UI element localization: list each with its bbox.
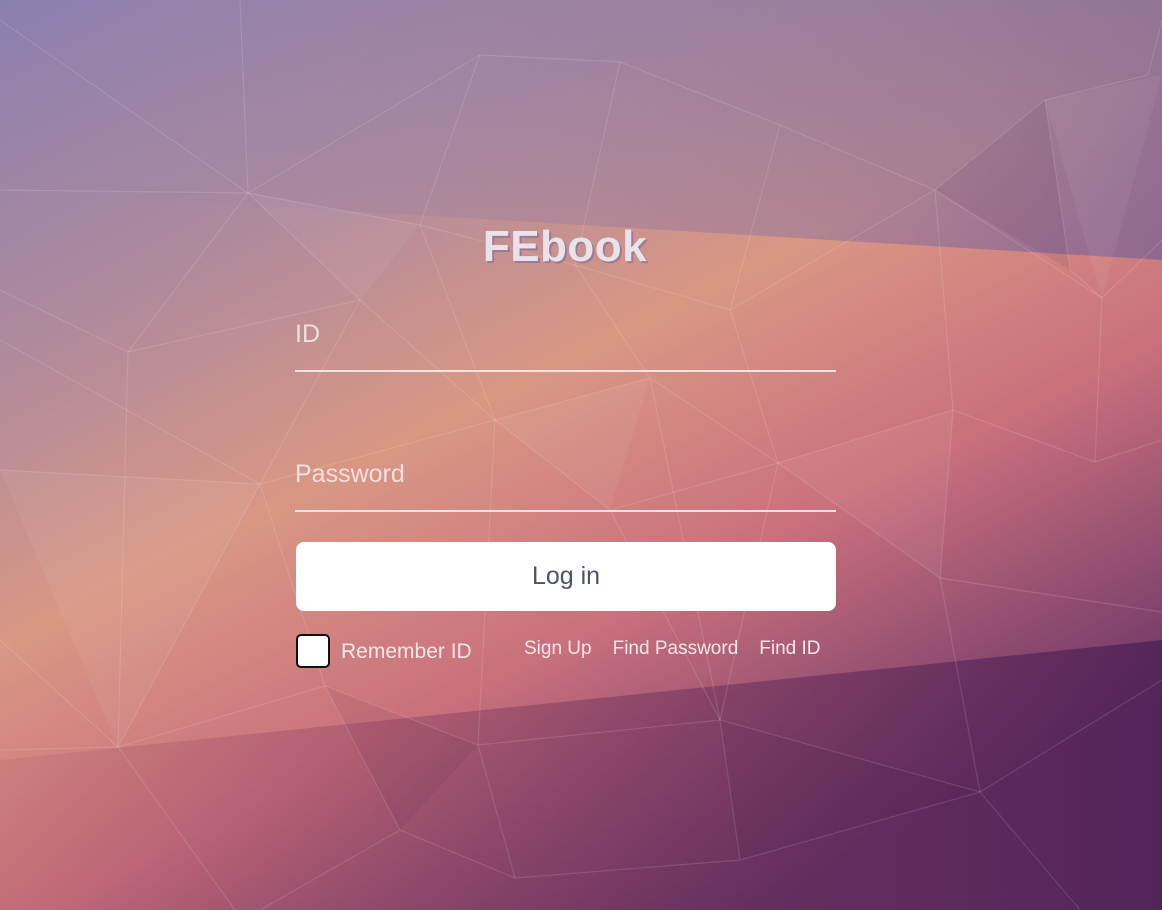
id-field-container [295,306,836,372]
sign-up-link[interactable]: Sign Up [524,638,592,660]
password-field-container [295,446,836,512]
login-button[interactable]: Log in [296,542,836,611]
remember-id-row: Remember ID [296,632,472,670]
app-title: FEbook [482,222,648,271]
id-input[interactable] [295,306,836,362]
password-input[interactable] [295,446,836,502]
remember-id-label[interactable]: Remember ID [341,640,472,664]
auth-links: Sign Up Find Password Find ID [524,638,821,660]
find-password-link[interactable]: Find Password [613,638,739,660]
find-id-link[interactable]: Find ID [759,638,820,660]
remember-id-checkbox[interactable] [296,634,330,668]
